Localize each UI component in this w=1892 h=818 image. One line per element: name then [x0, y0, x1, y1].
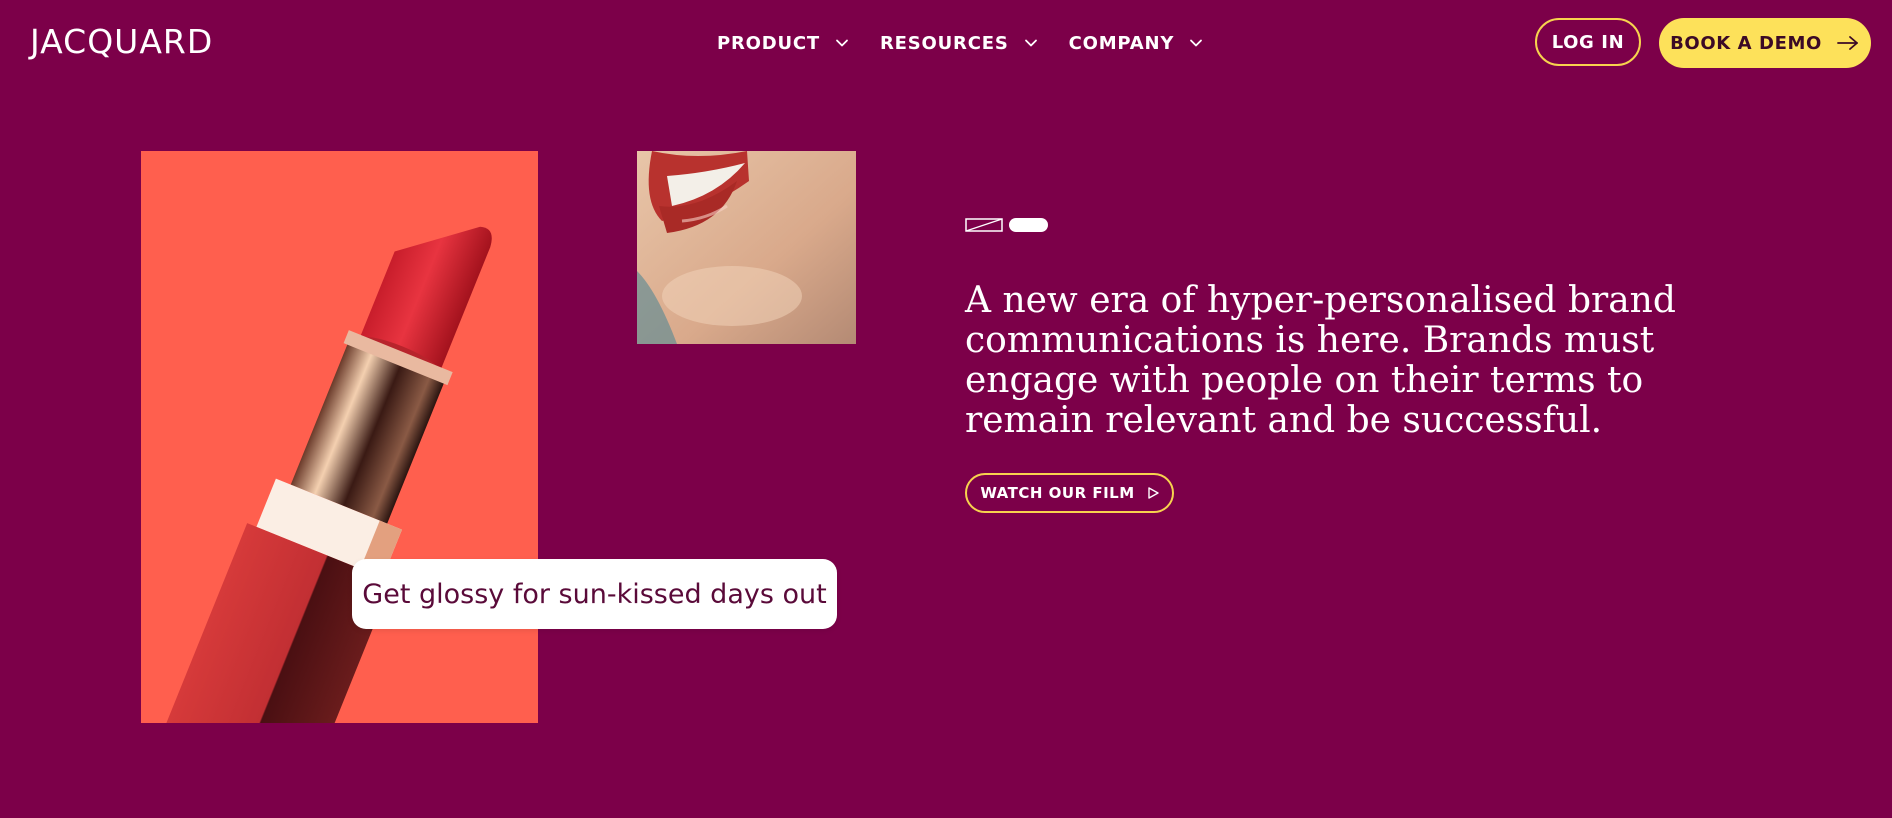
nav-item-label: PRODUCT [717, 32, 821, 54]
chevron-down-icon [1024, 39, 1037, 47]
lipstick-illustration [149, 226, 492, 723]
hero-headline: A new era of hyper-personalised brand co… [965, 280, 1676, 441]
watch-film-button[interactable]: WATCH OUR FILM [965, 473, 1174, 513]
login-button-label: LOG IN [1551, 31, 1625, 53]
play-icon [1147, 487, 1159, 499]
chevron-down-icon [1190, 39, 1203, 47]
lipstick-image [141, 151, 538, 723]
slider-indicator-inactive[interactable] [965, 218, 1003, 232]
nav-item-company[interactable]: COMPANY [1069, 28, 1205, 58]
lips-image [637, 151, 856, 344]
slider-indicator-active[interactable] [1009, 218, 1048, 232]
lips-illustration [637, 151, 856, 344]
product-caption-text: Get glossy for sun-kissed days out [362, 578, 827, 610]
jacquard-logo[interactable]: JACQUARD [30, 24, 213, 60]
book-demo-button-label: BOOK A DEMO [1670, 32, 1822, 54]
site-header: JACQUARD PRODUCT RESOURCES COMPANY LOG I… [0, 0, 1892, 86]
watch-film-button-label: WATCH OUR FILM [980, 484, 1135, 502]
nav-item-resources[interactable]: RESOURCES [880, 28, 1039, 58]
product-caption-card: Get glossy for sun-kissed days out [352, 559, 837, 629]
nav-item-label: COMPANY [1068, 32, 1175, 54]
chevron-down-icon [836, 39, 848, 47]
book-demo-button[interactable]: BOOK A DEMO [1659, 18, 1871, 68]
main-nav: PRODUCT RESOURCES COMPANY [717, 28, 1234, 58]
nav-item-product[interactable]: PRODUCT [717, 28, 850, 58]
slider-indicators [965, 218, 1048, 232]
arrow-right-icon [1836, 36, 1858, 50]
nav-item-label: RESOURCES [880, 32, 1009, 54]
login-button[interactable]: LOG IN [1535, 18, 1641, 66]
